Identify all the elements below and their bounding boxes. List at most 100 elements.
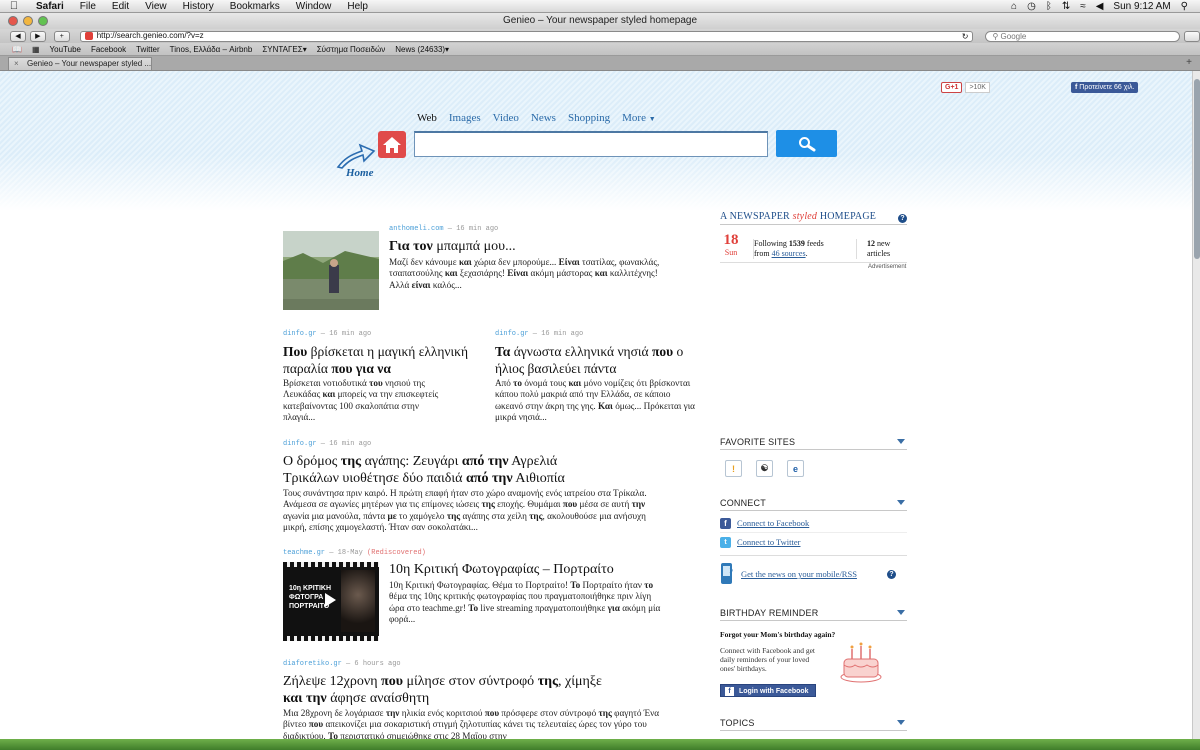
menu-edit[interactable]: Edit: [104, 1, 137, 12]
article-snippet: Τους συνάντησα πριν καιρό. Η πρώτη επαφή…: [283, 488, 663, 534]
tab-news[interactable]: News: [531, 112, 556, 124]
article-source[interactable]: diaforetiko.gr: [283, 660, 342, 668]
scrollbar-thumb[interactable]: [1194, 79, 1200, 259]
favorite-site-2-icon[interactable]: ☯: [756, 460, 773, 477]
forward-button[interactable]: ▶: [29, 30, 46, 42]
tab-video[interactable]: Video: [493, 112, 519, 124]
new-tab-button[interactable]: +: [1186, 57, 1192, 68]
article-source[interactable]: dinfo.gr: [283, 330, 317, 338]
minimize-window-icon[interactable]: [23, 16, 33, 26]
text-run: live streaming πραγματοποιήθηκε: [478, 602, 608, 613]
birthday-header[interactable]: BIRTHDAY REMINDER: [720, 608, 907, 621]
highlight-term: για: [607, 602, 620, 613]
menu-history[interactable]: History: [175, 1, 222, 12]
browser-tab[interactable]: × Genieo – Your newspaper styled ...: [8, 57, 152, 70]
mobile-rss-link[interactable]: Get the news on your mobile/RSS: [741, 569, 857, 579]
bookmark-news[interactable]: News (24633)▾: [395, 45, 449, 54]
mobile-help-icon[interactable]: ?: [887, 570, 896, 579]
connect-header[interactable]: CONNECT: [720, 498, 907, 511]
search-button[interactable]: [776, 130, 837, 157]
article-thumbnail[interactable]: [283, 231, 379, 310]
chevron-down-icon[interactable]: [897, 720, 905, 725]
chevron-down-icon[interactable]: [897, 439, 905, 444]
bookmark-poseidon[interactable]: Σύστημα Ποσειδών: [317, 45, 386, 54]
sidebar-divider: [720, 532, 907, 533]
zoom-window-icon[interactable]: [38, 16, 48, 26]
article-source[interactable]: teachme.gr: [283, 549, 325, 557]
topics-header[interactable]: TOPICS: [720, 718, 907, 731]
tab-web[interactable]: Web: [417, 112, 437, 124]
menu-help[interactable]: Help: [339, 1, 376, 12]
text-run: Πορτραίτο ήταν: [580, 580, 645, 590]
highlight-term: Που: [283, 344, 308, 359]
favorite-sites-header[interactable]: FAVORITE SITES: [720, 437, 907, 450]
tab-more[interactable]: More ▼: [622, 112, 656, 124]
highlight-term: να: [377, 361, 391, 376]
top-sites-icon[interactable]: ▦: [32, 45, 40, 54]
chevron-down-icon[interactable]: [897, 610, 905, 615]
home-label[interactable]: Home: [346, 167, 374, 179]
bluetooth-icon[interactable]: ᛒ: [1046, 1, 1052, 12]
birthday-headline: Forgot your Mom's birthday again?: [720, 630, 836, 639]
article-title[interactable]: Τα άγνωστα ελληνικά νησιά που ο ήλιος βα…: [495, 343, 700, 377]
article-title[interactable]: 10η Κριτική Φωτογραφίας – Πορτραίτο: [389, 561, 664, 578]
home-button[interactable]: [378, 131, 406, 158]
bookmark-twitter[interactable]: Twitter: [136, 45, 160, 54]
home-tray-icon[interactable]: ⌂: [1011, 1, 1017, 12]
tab-shopping[interactable]: Shopping: [568, 112, 610, 124]
address-bar[interactable]: http://search.genieo.com/?v=z ↻: [79, 30, 974, 42]
text-run: Ο δρόμος: [283, 454, 341, 469]
bookmark-facebook[interactable]: Facebook: [91, 45, 126, 54]
page-menu-button[interactable]: [1184, 30, 1200, 42]
volume-icon[interactable]: ◀: [1096, 1, 1104, 12]
article-source[interactable]: anthomeli.com: [389, 225, 444, 233]
article-thumbnail[interactable]: 10η ΚΡΙΤΙΚΗ ΦΩΤΟΓΡΑ ΠΟΡΤΡΑΙΤΟ: [283, 562, 379, 641]
menu-clock[interactable]: Sun 9:12 AM: [1113, 1, 1170, 12]
gplus-button[interactable]: G+1: [941, 82, 963, 93]
time-machine-icon[interactable]: ◷: [1027, 1, 1036, 12]
menu-view[interactable]: View: [137, 1, 175, 12]
close-window-icon[interactable]: [8, 16, 18, 26]
article-title[interactable]: Που βρίσκεται η μαγική ελληνική παραλία …: [283, 343, 473, 377]
search-input[interactable]: [414, 131, 768, 157]
page-scrollbar[interactable]: [1192, 71, 1200, 739]
menu-bookmarks[interactable]: Bookmarks: [222, 1, 288, 12]
login-with-facebook-button[interactable]: f Login with Facebook: [720, 684, 816, 697]
apple-menu-icon[interactable]: : [0, 0, 28, 12]
article-title[interactable]: Ζήλεψε 12χρονη που μίλησε στον σύντροφό …: [283, 673, 613, 707]
article-source[interactable]: dinfo.gr: [495, 330, 529, 338]
text-run: εποχής. Θυμάμαι: [494, 499, 563, 510]
reading-list-icon[interactable]: 📖: [12, 45, 22, 54]
facebook-recommend-button[interactable]: f Προτείνετε 66 χιλ.: [1071, 82, 1139, 93]
browser-toolbar: ◀ ▶ + http://search.genieo.com/?v=z ↻ ⚲ …: [0, 29, 1200, 43]
brand-help-icon[interactable]: ?: [898, 214, 907, 223]
tab-images[interactable]: Images: [449, 112, 481, 124]
bookmark-youtube[interactable]: YouTube: [50, 45, 81, 54]
bookmark-airbnb[interactable]: Tinos, Ελλάδα – Airbnb: [170, 45, 253, 54]
reload-icon[interactable]: ↻: [962, 32, 969, 42]
connect-twitter-link[interactable]: Connect to Twitter: [737, 537, 800, 547]
menu-window[interactable]: Window: [288, 1, 340, 12]
menu-file[interactable]: File: [72, 1, 104, 12]
bookmark-syntages[interactable]: ΣΥΝΤΑΓΕΣ▾: [262, 45, 306, 54]
article-source[interactable]: dinfo.gr: [283, 440, 317, 448]
article-title[interactable]: Για τον μπαμπά μου...: [389, 238, 669, 255]
article-meta: dinfo.gr — 16 min ago: [283, 330, 372, 338]
article-age: 16 min ago: [329, 330, 372, 338]
article-note: (Rediscovered): [367, 549, 426, 557]
article-age: 16 min ago: [456, 225, 499, 233]
menu-app[interactable]: Safari: [28, 1, 72, 12]
sources-link[interactable]: 46 sources: [772, 249, 806, 258]
spotlight-icon[interactable]: ⚲: [1181, 1, 1188, 12]
close-tab-icon[interactable]: ×: [14, 58, 19, 70]
chevron-down-icon[interactable]: [897, 500, 905, 505]
sync-icon[interactable]: ⇅: [1062, 1, 1070, 12]
back-button[interactable]: ◀: [10, 30, 26, 42]
favorite-site-3-icon[interactable]: e: [787, 460, 804, 477]
favorite-site-1-icon[interactable]: !: [725, 460, 742, 477]
article-title[interactable]: Ο δρόμος της αγάπης: Ζευγάρι από την Αγρ…: [283, 453, 603, 487]
add-bookmark-button[interactable]: +: [53, 30, 70, 42]
wifi-icon[interactable]: ≈: [1080, 1, 1086, 12]
browser-search-field[interactable]: ⚲ Google: [985, 30, 1181, 42]
connect-facebook-link[interactable]: Connect to Facebook: [737, 518, 809, 528]
